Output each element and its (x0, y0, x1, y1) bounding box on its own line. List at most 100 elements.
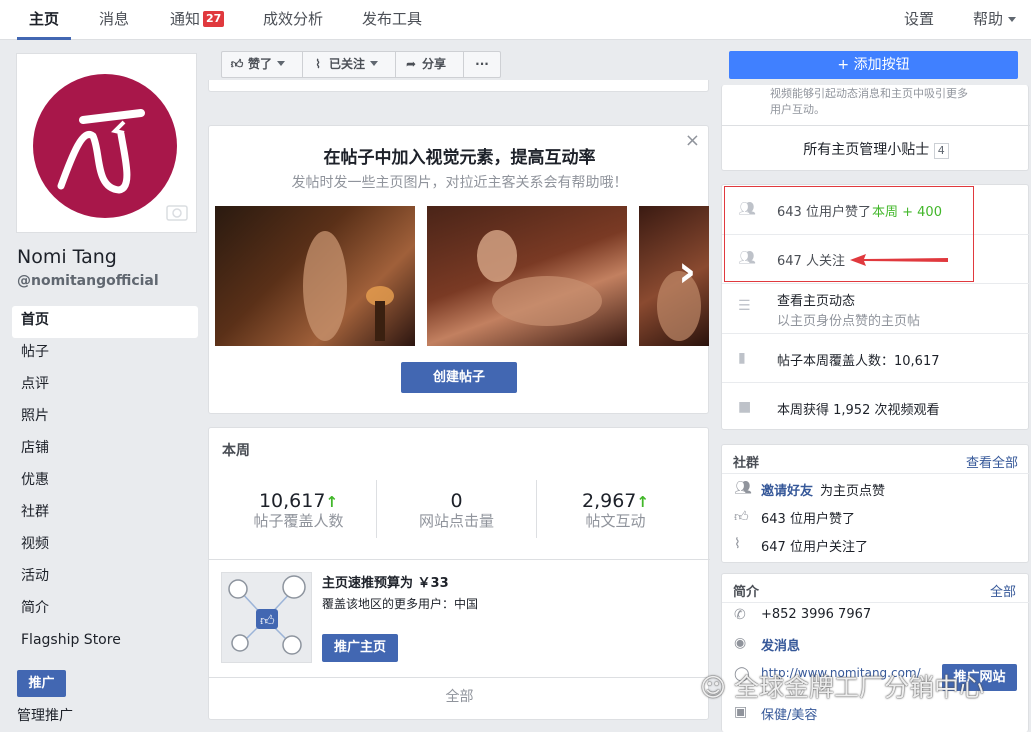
divider (722, 333, 1030, 334)
share-label: 分享 (422, 57, 447, 71)
page-nav: 首页 帖子 点评 照片 店铺 优惠 社群 视频 活动 简介 Flagship S… (12, 306, 198, 658)
community-see-all[interactable]: 查看全部 (966, 452, 1018, 471)
photo-thumbnail-3 (657, 271, 701, 341)
video-camera-icon: ■ (738, 399, 752, 415)
page-photo[interactable] (215, 206, 415, 346)
help-menu[interactable]: 帮助 (973, 0, 1017, 40)
video-text: 本周获得 1,952 次视频观看 (777, 403, 940, 418)
page-handle: @nomitangofficial (17, 273, 159, 289)
following-label: 已关注 (329, 57, 366, 71)
settings-link[interactable]: 设置 (904, 0, 934, 40)
svg-text:👍︎: 👍︎ (260, 613, 275, 629)
following-button[interactable]: ⌇ 已关注 (302, 51, 396, 78)
nav-about[interactable]: 简介 (12, 594, 198, 626)
about-header: 简介 (733, 585, 760, 600)
followers-count: 647 人关注 (777, 254, 845, 269)
stat-label: 帖文互动 (585, 512, 646, 530)
share-button[interactable]: ➦ 分享 (395, 51, 464, 78)
arrow-up-icon: ↑ (636, 493, 649, 511)
divider (722, 283, 1030, 284)
divider (209, 677, 710, 678)
tab-publishing-tools[interactable]: 发布工具 (362, 0, 422, 40)
add-button[interactable]: + 添加按钮 (729, 51, 1018, 79)
nav-posts[interactable]: 帖子 (12, 338, 198, 370)
manage-promotions-link[interactable]: 管理推广 (17, 705, 73, 725)
liked-label: 赞了 (248, 57, 273, 71)
people-icon: 👥︎ (738, 201, 756, 217)
nav-reviews[interactable]: 点评 (12, 370, 198, 402)
add-people-icon: 👥︎ (734, 480, 752, 496)
rss-icon: ⌇ (734, 536, 741, 552)
community-follows: 647 位用户关注了 (761, 540, 868, 555)
nav-community[interactable]: 社群 (12, 498, 198, 530)
stat-post-reach[interactable]: 10,617↑ 帖子覆盖人数 (221, 490, 376, 531)
chevron-down-icon (277, 61, 286, 66)
tab-notifications[interactable]: 通知 27 (170, 0, 225, 40)
thumbs-up-icon: 👍︎ (230, 57, 244, 71)
profile-picture[interactable] (16, 53, 197, 233)
stat-value: 10,617 (258, 490, 326, 512)
nav-videos[interactable]: 视频 (12, 530, 198, 562)
create-post-button[interactable]: 创建帖子 (401, 362, 517, 393)
page-name: Nomi Tang (17, 246, 117, 268)
about-see-all[interactable]: 全部 (990, 581, 1016, 600)
stat-value: 0 (450, 490, 463, 512)
nav-events[interactable]: 活动 (12, 562, 198, 594)
arrow-up-icon: ↑ (325, 493, 339, 511)
stat-label: 网站点击量 (418, 512, 494, 530)
nav-offers[interactable]: 优惠 (12, 466, 198, 498)
chevron-down-icon (1008, 17, 1017, 22)
boost-page-button[interactable]: 推广主页 (322, 634, 398, 662)
page-photo[interactable] (427, 206, 627, 346)
share-arrow-icon: ➦ (405, 57, 417, 71)
tips-count-badge: 4 (933, 143, 949, 159)
divider (536, 480, 537, 538)
red-arrow-annotation (850, 254, 948, 266)
tab-insights[interactable]: 成效分析 (263, 0, 323, 40)
boost-title: 主页速推预算为 ￥33 (322, 576, 449, 591)
send-message-link[interactable]: 发消息 (761, 635, 800, 654)
likes-count: 643 位用户赞了 (777, 205, 871, 220)
boost-description: 覆盖该地区的更多用户：中国 (322, 597, 479, 611)
reach-text: 帖子本周覆盖人数：10,617 (777, 354, 940, 369)
watermark-text: 全球金牌工厂分销中心 (734, 673, 985, 702)
top-nav: 主页 消息 通知 27 成效分析 发布工具 设置 帮助 (0, 0, 1031, 40)
more-options-button[interactable]: ··· (463, 51, 501, 78)
nav-shop[interactable]: 店铺 (12, 434, 198, 466)
liked-button[interactable]: 👍︎ 赞了 (221, 51, 303, 78)
divider (376, 480, 377, 538)
all-tips-link[interactable]: 所有主页管理小贴士 4 (722, 139, 1030, 159)
promote-button[interactable]: 推广 (17, 670, 66, 697)
close-icon[interactable]: × (685, 130, 700, 151)
tab-messages[interactable]: 消息 (99, 0, 129, 40)
tips-card: 视频能够引起动态消息和主页中吸引更多 用户互动。 所有主页管理小贴士 4 (721, 85, 1030, 171)
divider (722, 125, 1030, 126)
visual-tip-title: 在帖子中加入视觉元素，提高互动率 (323, 148, 596, 168)
messenger-icon: ◉ (734, 635, 747, 651)
page-photo[interactable] (639, 206, 709, 346)
see-all-link[interactable]: 全部 (209, 686, 710, 706)
divider (722, 473, 1030, 474)
activity-title: 查看主页动态 (777, 294, 856, 309)
previous-card-edge (208, 80, 709, 92)
rss-icon: ⌇ (315, 57, 321, 71)
phone-number: +852 3996 7967 (761, 607, 872, 622)
tag-icon: ▣ (734, 704, 748, 720)
nav-home[interactable]: 首页 (12, 306, 198, 338)
thumbs-up-icon: 👍︎ (734, 509, 749, 525)
audience-thumbs-up-icon: 👍︎ (228, 575, 306, 655)
divider (722, 602, 1030, 603)
bar-chart-icon: ▮ (738, 350, 746, 366)
boost-illustration: 👍︎ (221, 572, 312, 663)
nav-photos[interactable]: 照片 (12, 402, 198, 434)
nav-flagship-store[interactable]: Flagship Store (12, 626, 198, 658)
next-arrow-icon[interactable]: › (678, 250, 696, 294)
category-link[interactable]: 保健/美容 (761, 704, 817, 723)
divider (722, 382, 1030, 383)
community-likes: 643 位用户赞了 (761, 512, 855, 527)
divider (209, 559, 710, 560)
tab-home[interactable]: 主页 (17, 0, 71, 40)
stat-website-clicks[interactable]: 0 网站点击量 (379, 490, 534, 531)
stat-engagement[interactable]: 2,967↑ 帖文互动 (538, 490, 693, 531)
invite-friends-link[interactable]: 邀请好友 (761, 480, 813, 499)
